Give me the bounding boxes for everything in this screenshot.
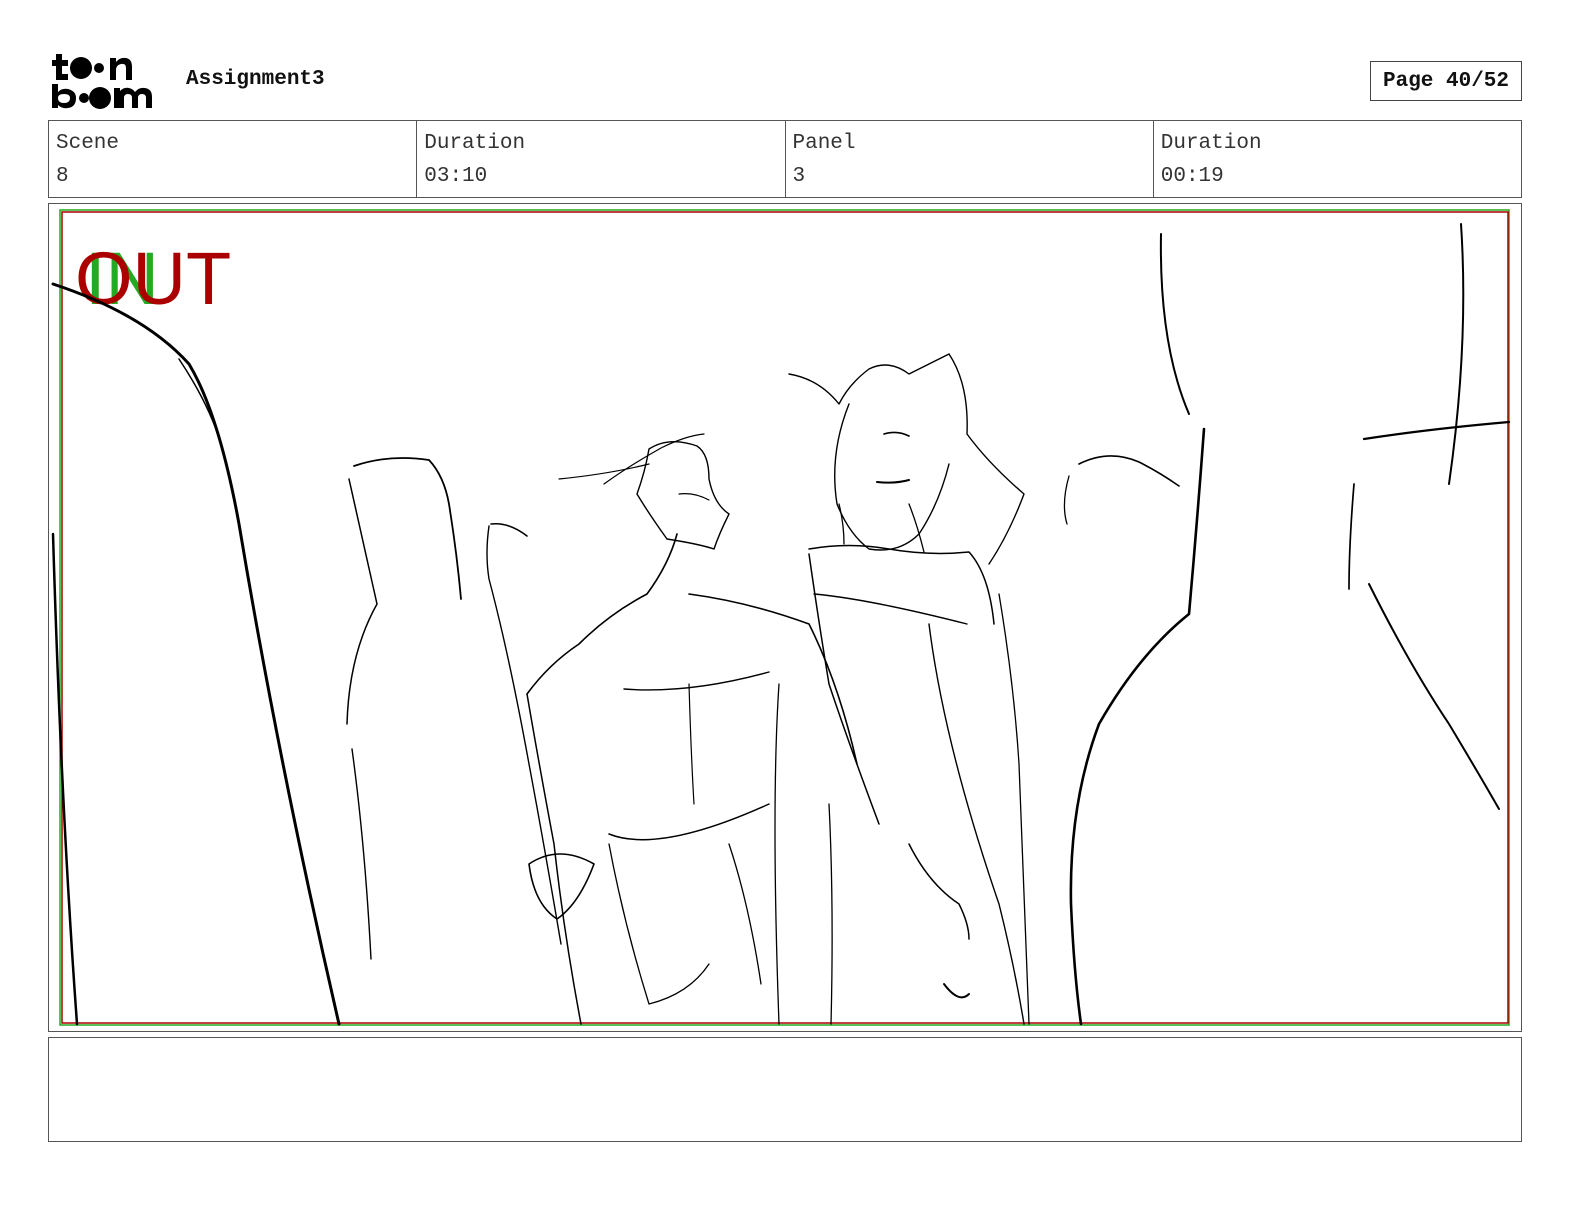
panel-duration-label: Duration [1160,132,1262,155]
panel-sketch: IN OUT [51,209,1511,1026]
storyboard-panel: IN OUT [48,203,1522,1032]
panel-duration-cell: Duration 00:19 [1154,121,1521,197]
scene-cell: Scene 8 [49,121,418,197]
panel-value: 3 [792,165,806,188]
scene-info-table: Scene 8 Duration 03:10 Panel 3 Duration … [48,120,1522,198]
out-marker: OUT [75,237,231,320]
sketch-lines [51,223,1511,1026]
panel-label: Panel [792,132,856,155]
toon-boom-logo [52,50,164,112]
toon-boom-logo-icon [52,54,152,109]
in-frame-border [59,209,1510,1026]
panel-cell: Panel 3 [786,121,1154,197]
project-title: Assignment3 [186,68,325,91]
scene-duration-value: 03:10 [424,165,488,188]
scene-label: Scene [56,132,120,155]
panel-duration-value: 00:19 [1160,165,1224,188]
scene-value: 8 [56,165,69,188]
scene-duration-label: Duration [424,132,526,155]
out-frame-border [61,211,1509,1024]
panel-notes-box [48,1037,1522,1142]
scene-duration-cell: Duration 03:10 [417,121,786,197]
page-indicator: Page 40/52 [1370,61,1522,101]
